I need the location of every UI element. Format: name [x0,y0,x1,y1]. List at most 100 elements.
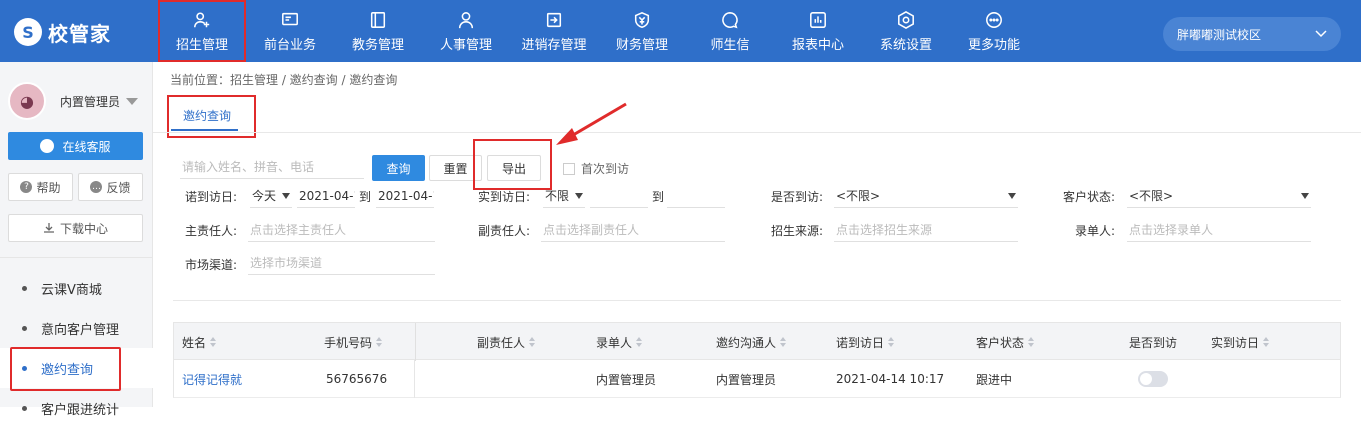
sub-owner-label: 副责任人: [478,224,531,238]
cell-phone: 56765676 [326,372,388,386]
th-actual-date[interactable]: 实到访日 [1211,323,1270,361]
main-nav: 招生管理 前台业务 教务管理 人事管理 进销存管理 财务管理 师生信 报表中心 [158,0,1038,62]
logo-text: 校管家 [48,21,111,46]
th-inviter[interactable]: 邀约沟通人 [716,323,787,361]
sidebar-item-invitation-query[interactable]: 邀约查询 [0,347,153,391]
nav-label: 人事管理 [439,37,492,53]
section-divider [173,300,1341,301]
checkbox-box [563,162,575,175]
source-input[interactable]: 点击选择招生来源 [834,218,1018,242]
th-label: 诺到访日 [836,335,885,350]
feedback-button[interactable]: … 反馈 [78,173,143,201]
sidebar-divider [0,257,153,258]
th-label: 是否到访 [1129,335,1178,350]
logo-icon: S [14,18,42,46]
tab-underline [171,129,238,131]
promise-date-label: 诺到访日: [185,190,238,204]
nav-label: 进销存管理 [521,37,587,53]
th-label: 客户状态 [976,335,1025,350]
chat-bubble-icon [40,139,55,153]
recorder-label: 录单人: [1075,224,1116,238]
sub-owner-input[interactable]: 点击选择副责任人 [541,218,725,242]
nav-item-finance[interactable]: 财务管理 [598,0,686,62]
source-label: 招生来源: [771,224,824,238]
recorder-input[interactable]: 点击选择录单人 [1127,218,1311,242]
sidebar-item-label: 邀约查询 [41,362,94,378]
book-icon [368,10,388,30]
is-visited-value: <不限> [836,189,881,203]
nav-item-admissions[interactable]: 招生管理 [158,0,246,62]
bullet [22,405,27,411]
search-input[interactable]: 请输入姓名、拼音、电话 [180,155,364,179]
first-visit-checkbox[interactable]: 首次到访 [563,160,629,177]
promise-date-from[interactable]: 2021-04-14 [297,184,355,208]
cell-name[interactable]: 记得记得就 [182,360,242,398]
chat-icon [720,10,740,30]
export-highlight-frame [473,139,552,190]
channel-input[interactable]: 选择市场渠道 [248,251,435,275]
sort-icon [376,337,383,347]
actual-date-range-select[interactable]: 不限 [543,184,585,208]
sort-icon [529,337,536,347]
bullet [22,365,27,371]
th-phone[interactable]: 手机号码 [324,323,383,361]
download-label: 下载中心 [59,221,108,236]
promise-date-to[interactable]: 2021-04-14 [376,184,434,208]
th-is-visited[interactable]: 是否到访 [1129,323,1177,361]
tab-divider [153,132,1361,133]
sidebar-item-mall[interactable]: 云课V商城 [0,268,153,308]
table-header: 姓名 手机号码 副责任人 录单人 邀约沟通人 诺到访日 客户状态 是否到访 实到… [173,322,1341,361]
toggle-switch[interactable] [1138,371,1168,387]
main-owner-label: 主责任人: [185,224,238,238]
nav-item-settings[interactable]: 系统设置 [862,0,950,62]
th-customer-status[interactable]: 客户状态 [976,323,1035,361]
sidebar-item-intent-customers[interactable]: 意向客户管理 [0,308,153,348]
avatar: ◕ [8,82,46,120]
annotation-arrow-icon [556,102,627,145]
monitor-icon [280,10,300,30]
tab-invitation-query[interactable]: 邀约查询 [183,107,231,124]
campus-name: 胖嘟嘟测试校区 [1177,27,1262,42]
nav-label: 报表中心 [791,37,844,53]
cell-visited-toggle[interactable] [1138,360,1168,398]
breadcrumb: 当前位置：招生管理 / 邀约查询 / 邀约查询 [170,73,398,87]
table-row[interactable]: 记得记得就 56765676 内置管理员 内置管理员 2021-04-14 10… [173,360,1341,398]
query-button[interactable]: 查询 [372,155,425,181]
is-visited-select[interactable]: <不限> [834,184,1018,208]
bullet [22,325,27,331]
actual-date-from[interactable] [590,184,648,208]
user-add-icon [192,10,212,30]
nav-label: 教务管理 [351,37,404,53]
person-icon [456,10,476,30]
main-owner-input[interactable]: 点击选择主责任人 [248,218,435,242]
customer-status-select[interactable]: <不限> [1127,184,1311,208]
nav-item-reports[interactable]: 报表中心 [774,0,862,62]
promise-date-range-select[interactable]: 今天 [250,184,292,208]
th-label: 邀约沟通人 [716,335,777,350]
th-label: 录单人 [596,335,633,350]
chevron-down-icon [1315,30,1327,38]
nav-label: 招生管理 [175,37,228,53]
nav-item-academic[interactable]: 教务管理 [334,0,422,62]
login-box-icon [544,10,564,30]
more-icon [984,10,1004,30]
online-service-button[interactable]: 在线客服 [8,132,143,160]
th-name[interactable]: 姓名 [182,323,217,361]
nav-item-messages[interactable]: 师生信 [686,0,774,62]
nav-label: 财务管理 [615,37,668,53]
th-sub-owner[interactable]: 副责任人 [477,323,536,361]
th-promise-date[interactable]: 诺到访日 [836,323,895,361]
user-menu[interactable]: ◕ 内置管理员 [8,82,139,120]
download-center-button[interactable]: 下载中心 [8,214,143,242]
th-recorder[interactable]: 录单人 [596,323,643,361]
nav-item-inventory[interactable]: 进销存管理 [510,0,598,62]
nav-item-more[interactable]: 更多功能 [950,0,1038,62]
th-label: 手机号码 [324,335,373,350]
sidebar-item-follow-up-stats[interactable]: 客户跟进统计 [0,388,153,428]
nav-item-front-desk[interactable]: 前台业务 [246,0,334,62]
actual-date-to[interactable] [667,184,725,208]
cell-inviter: 内置管理员 [716,372,777,387]
campus-selector[interactable]: 胖嘟嘟测试校区 [1163,17,1341,51]
nav-item-hr[interactable]: 人事管理 [422,0,510,62]
help-button[interactable]: ? 帮助 [8,173,73,201]
